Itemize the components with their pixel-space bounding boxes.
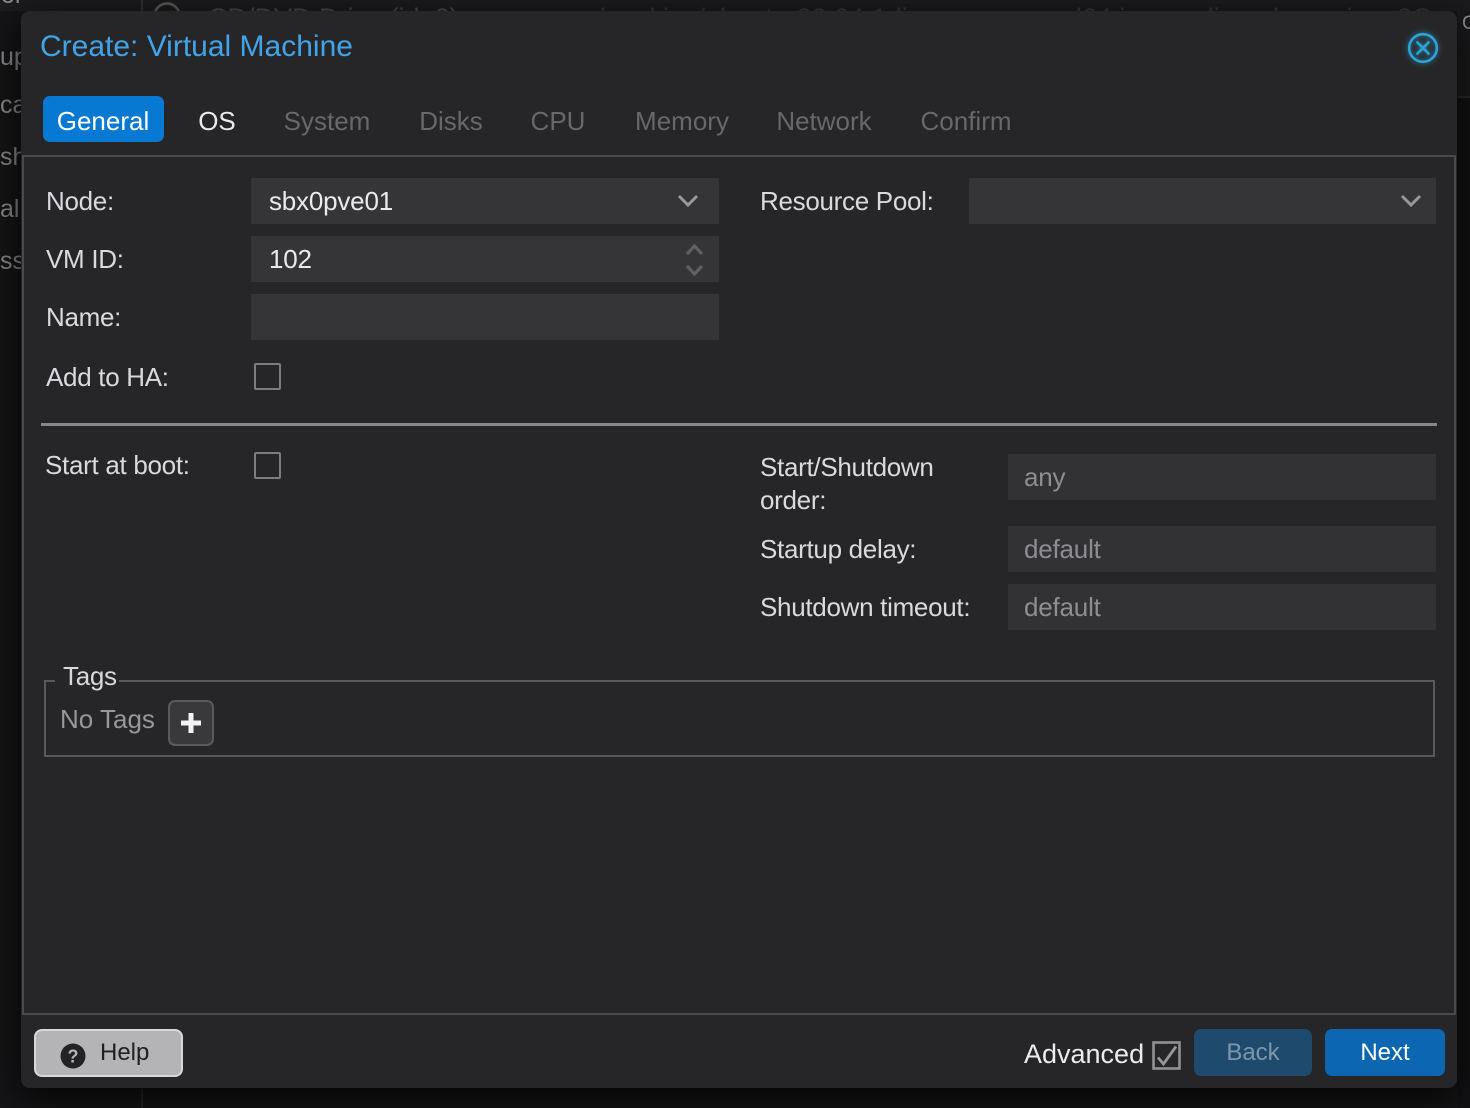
svg-text:?: ? — [68, 1047, 79, 1067]
